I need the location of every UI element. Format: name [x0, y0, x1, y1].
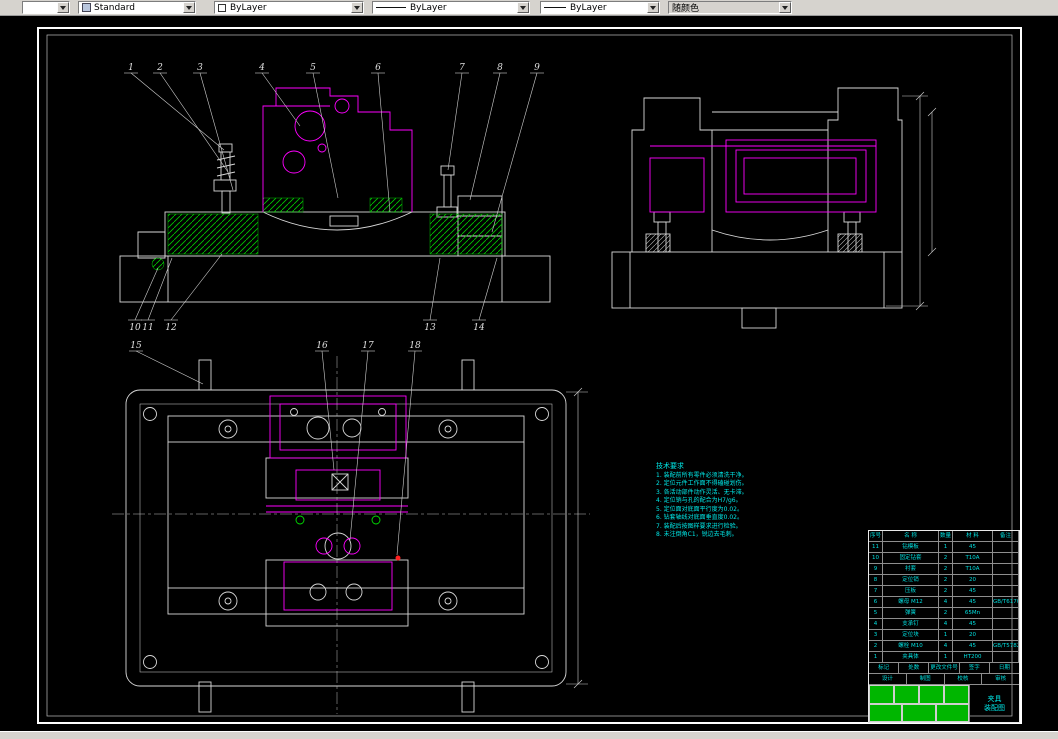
callout-15: 15 [130, 341, 142, 351]
workpiece-front [262, 87, 413, 212]
lineweight-combo-value: ByLayer [570, 2, 607, 13]
green-cell [944, 685, 969, 704]
bom-row: 7 压板 2 45 [869, 586, 1019, 597]
note-line: 1. 装配前所有零件必须清洗干净。 [656, 471, 748, 479]
title-block-green-area: 夹具 装配图 [869, 685, 1019, 722]
callout-7: 7 [459, 63, 465, 73]
callout-4: 4 [258, 63, 265, 73]
bom-row: 3 定位块 1 20 [869, 630, 1019, 641]
red-marker [395, 555, 401, 561]
callout-5: 5 [310, 63, 316, 73]
side-view [611, 87, 903, 329]
title-block: 序号 名 称 数量 材 料 备注 11 钻模板 1 45 10 固定钻套 2 T10A 9衬… [868, 530, 1020, 723]
linetype-combo-value: ByLayer [410, 2, 447, 13]
bom-row: 11 钻模板 1 45 [869, 542, 1019, 553]
front-callout-leaders [124, 72, 544, 321]
callout-6: 6 [375, 63, 381, 73]
chevron-down-icon[interactable] [57, 2, 69, 13]
bom-row: 4 支承钉 4 45 [869, 619, 1019, 630]
toolbar: Standard ByLayer ByLayer ByLayer 随颜色 [0, 0, 1058, 16]
notes-title: 技术要求 [656, 462, 684, 470]
bom-header-row: 序号 名 称 数量 材 料 备注 [869, 531, 1019, 542]
note-line: 6. 钻套轴线对底面垂直度0.02。 [656, 514, 743, 521]
callout-9: 9 [534, 63, 540, 73]
note-line: 4. 定位销与孔的配合为H7/g6。 [656, 497, 742, 504]
callout-2: 2 [156, 63, 163, 73]
drawing-title-line1: 夹具 [987, 694, 1002, 703]
title-block-row2: 设计 制图 校核 审核 [869, 674, 1019, 685]
plan-dimensions [566, 387, 588, 689]
side-view-workpiece [649, 139, 877, 213]
note-line: 8. 未注倒角C1，锐边去毛刺。 [656, 531, 738, 538]
bom-row: 8 定位销 2 20 [869, 575, 1019, 586]
callout-18: 18 [409, 341, 421, 351]
workspace-combo[interactable] [22, 1, 70, 14]
color-combo-value: ByLayer [230, 2, 267, 13]
callout-11: 11 [142, 323, 153, 333]
technical-notes: 技术要求 1. 装配前所有零件必须清洗干净。 2. 定位元件工作面不得磕碰划伤。… [656, 462, 794, 540]
callout-1: 1 [128, 63, 134, 73]
callout-17: 17 [362, 341, 374, 351]
callout-10: 10 [129, 323, 141, 333]
green-cell [919, 685, 944, 704]
note-line: 7. 装配后按图样要求进行检验。 [656, 522, 742, 530]
green-cell [935, 703, 969, 722]
chevron-down-icon[interactable] [183, 2, 195, 13]
front-callout-labels: 1 2 3 4 5 6 7 8 9 10 11 12 13 14 [128, 63, 540, 333]
callout-8: 8 [497, 63, 503, 73]
style-icon [82, 3, 91, 12]
bom-row: 9 衬套 2 T10A [869, 564, 1019, 575]
text-style-combo[interactable]: Standard [78, 1, 196, 14]
drawing-title-cell: 夹具 装配图 [969, 685, 1019, 722]
callout-13: 13 [424, 323, 436, 333]
drawing-title-line2: 装配图 [984, 703, 1005, 712]
plan-view [125, 359, 567, 713]
callout-12: 12 [165, 323, 177, 333]
color-swatch-icon [218, 3, 226, 12]
green-cell [869, 703, 903, 722]
drawing-canvas[interactable]: 1 2 3 4 5 6 7 8 9 10 11 12 13 14 15 16 1… [0, 16, 1058, 731]
green-cell [902, 703, 936, 722]
plot-style-combo[interactable]: 随颜色 [668, 1, 792, 14]
note-line: 2. 定位元件工作面不得磕碰划伤。 [656, 480, 748, 487]
plan-callout-labels: 15 16 17 18 [130, 341, 421, 351]
chevron-down-icon[interactable] [779, 2, 791, 13]
green-cell-grid [869, 685, 969, 722]
linetype-combo[interactable]: ByLayer [372, 1, 530, 14]
side-view-dimensions [886, 91, 937, 311]
text-style-value: Standard [94, 2, 135, 13]
bom-row: 2 螺栓 M10 4 45 GB/T5782 [869, 641, 1019, 652]
status-bar [0, 731, 1058, 739]
plan-centerlines [112, 356, 590, 714]
callout-3: 3 [197, 63, 203, 73]
plot-style-value: 随颜色 [672, 4, 700, 14]
bom-row: 1 夹具体 1 HT200 [869, 652, 1019, 663]
callout-14: 14 [473, 323, 485, 333]
lineweight-combo[interactable]: ByLayer [540, 1, 660, 14]
bom-row: 6 螺母 M12 4 45 GB/T6170 [869, 597, 1019, 608]
linetype-icon [376, 7, 406, 8]
title-block-row1: 标记 处数 更改文件号 签字 日期 [869, 663, 1019, 674]
bom-row: 10 固定钻套 2 T10A [869, 553, 1019, 564]
note-line: 5. 定位面对底面平行度为0.02。 [656, 505, 743, 513]
front-hatch [151, 197, 503, 271]
callout-16: 16 [316, 341, 328, 351]
color-combo[interactable]: ByLayer [214, 1, 364, 14]
plan-callout-leaders [129, 350, 422, 556]
green-cell [869, 685, 894, 704]
title-block-bottom: 标记 处数 更改文件号 签字 日期 设计 制图 校核 审核 夹具 装配图 [869, 663, 1019, 722]
chevron-down-icon[interactable] [351, 2, 363, 13]
chevron-down-icon[interactable] [647, 2, 659, 13]
plan-view-green-details [295, 515, 381, 525]
lineweight-icon [544, 7, 566, 8]
chevron-down-icon[interactable] [517, 2, 529, 13]
green-cell [894, 685, 919, 704]
note-line: 3. 各活动部件动作灵活、无卡滞。 [656, 488, 748, 496]
bom-row: 5 弹簧 2 65Mn [869, 608, 1019, 619]
